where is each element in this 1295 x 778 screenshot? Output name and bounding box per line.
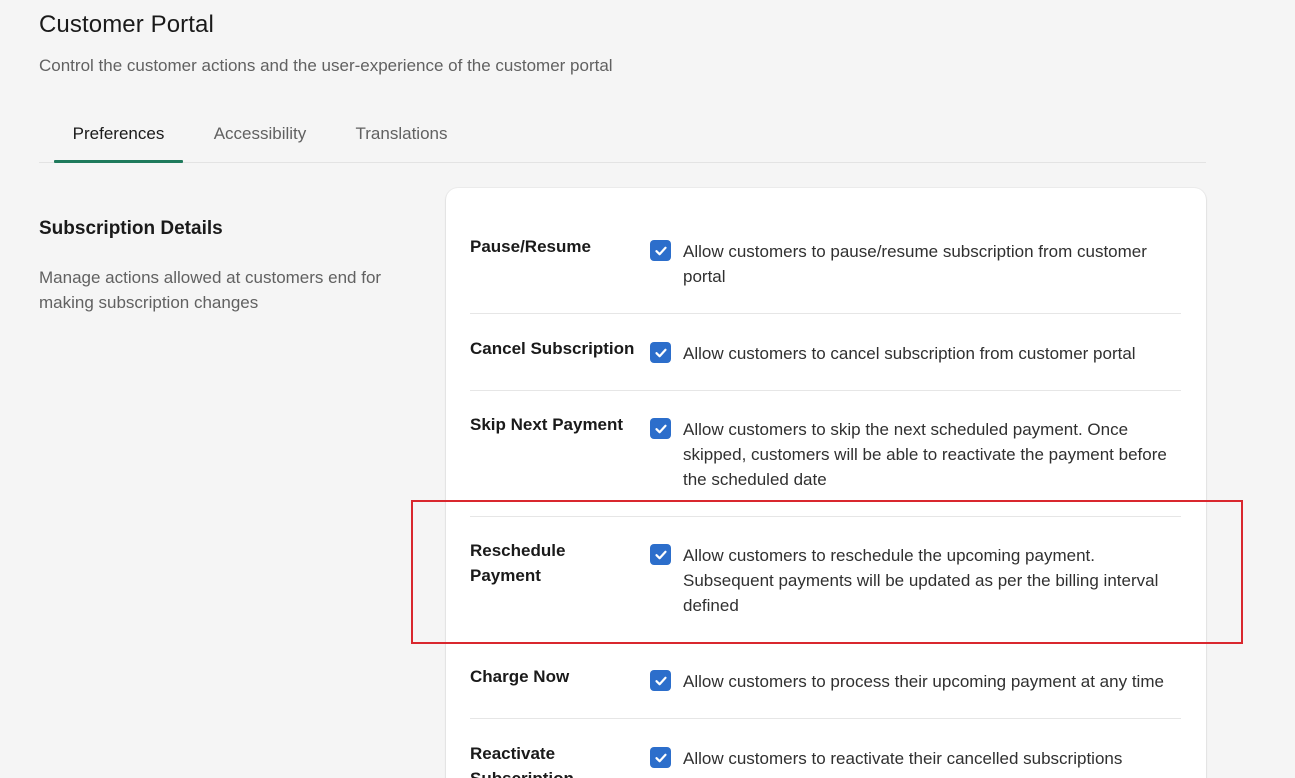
setting-row-reschedule-payment: Reschedule Payment Allow customers to re… xyxy=(470,517,1181,643)
setting-label: Pause/Resume xyxy=(470,237,591,256)
tab-preferences[interactable]: Preferences xyxy=(54,106,183,163)
setting-description: Allow customers to reactivate their canc… xyxy=(683,749,1123,768)
setting-label: Cancel Subscription xyxy=(470,339,635,358)
tab-bar: Preferences Accessibility Translations xyxy=(39,106,1206,163)
reschedule-payment-checkbox[interactable] xyxy=(650,544,671,565)
checkmark-icon xyxy=(654,753,667,762)
tab-translations[interactable]: Translations xyxy=(344,106,459,162)
charge-now-checkbox[interactable] xyxy=(650,670,671,691)
setting-row-charge-now: Charge Now Allow customers to process th… xyxy=(470,643,1181,719)
checkmark-icon xyxy=(654,424,667,433)
setting-description: Allow customers to skip the next schedul… xyxy=(683,420,1167,489)
setting-label: Skip Next Payment xyxy=(470,415,624,434)
setting-label: Reactivate Subscription xyxy=(470,744,574,778)
customer-portal-page: Customer Portal Control the customer act… xyxy=(0,0,1295,778)
page-subtitle: Control the customer actions and the use… xyxy=(39,56,613,75)
section-description: Manage actions allowed at customers end … xyxy=(39,268,382,312)
checkmark-icon xyxy=(654,676,667,685)
pause-resume-checkbox[interactable] xyxy=(650,240,671,261)
section-title: Subscription Details xyxy=(39,218,223,239)
settings-card: Pause/Resume Allow customers to pause/re… xyxy=(446,188,1206,778)
setting-row-pause-resume: Pause/Resume Allow customers to pause/re… xyxy=(470,188,1181,314)
checkmark-icon xyxy=(654,246,667,255)
cancel-subscription-checkbox[interactable] xyxy=(650,342,671,363)
setting-description: Allow customers to cancel subscription f… xyxy=(683,344,1136,363)
reactivate-subscription-checkbox[interactable] xyxy=(650,747,671,768)
setting-row-cancel-subscription: Cancel Subscription Allow customers to c… xyxy=(470,314,1181,391)
setting-description: Allow customers to process their upcomin… xyxy=(683,672,1164,691)
skip-next-payment-checkbox[interactable] xyxy=(650,418,671,439)
setting-row-reactivate-subscription: Reactivate Subscription Allow customers … xyxy=(470,719,1181,778)
setting-label: Charge Now xyxy=(470,667,570,686)
page-title: Customer Portal xyxy=(39,11,214,38)
tab-accessibility[interactable]: Accessibility xyxy=(201,106,319,162)
setting-description: Allow customers to pause/resume subscrip… xyxy=(683,242,1147,286)
setting-label: Reschedule Payment xyxy=(470,541,566,585)
setting-row-skip-next-payment: Skip Next Payment Allow customers to ski… xyxy=(470,391,1181,517)
setting-description: Allow customers to reschedule the upcomi… xyxy=(683,546,1159,615)
checkmark-icon xyxy=(654,550,667,559)
checkmark-icon xyxy=(654,348,667,357)
